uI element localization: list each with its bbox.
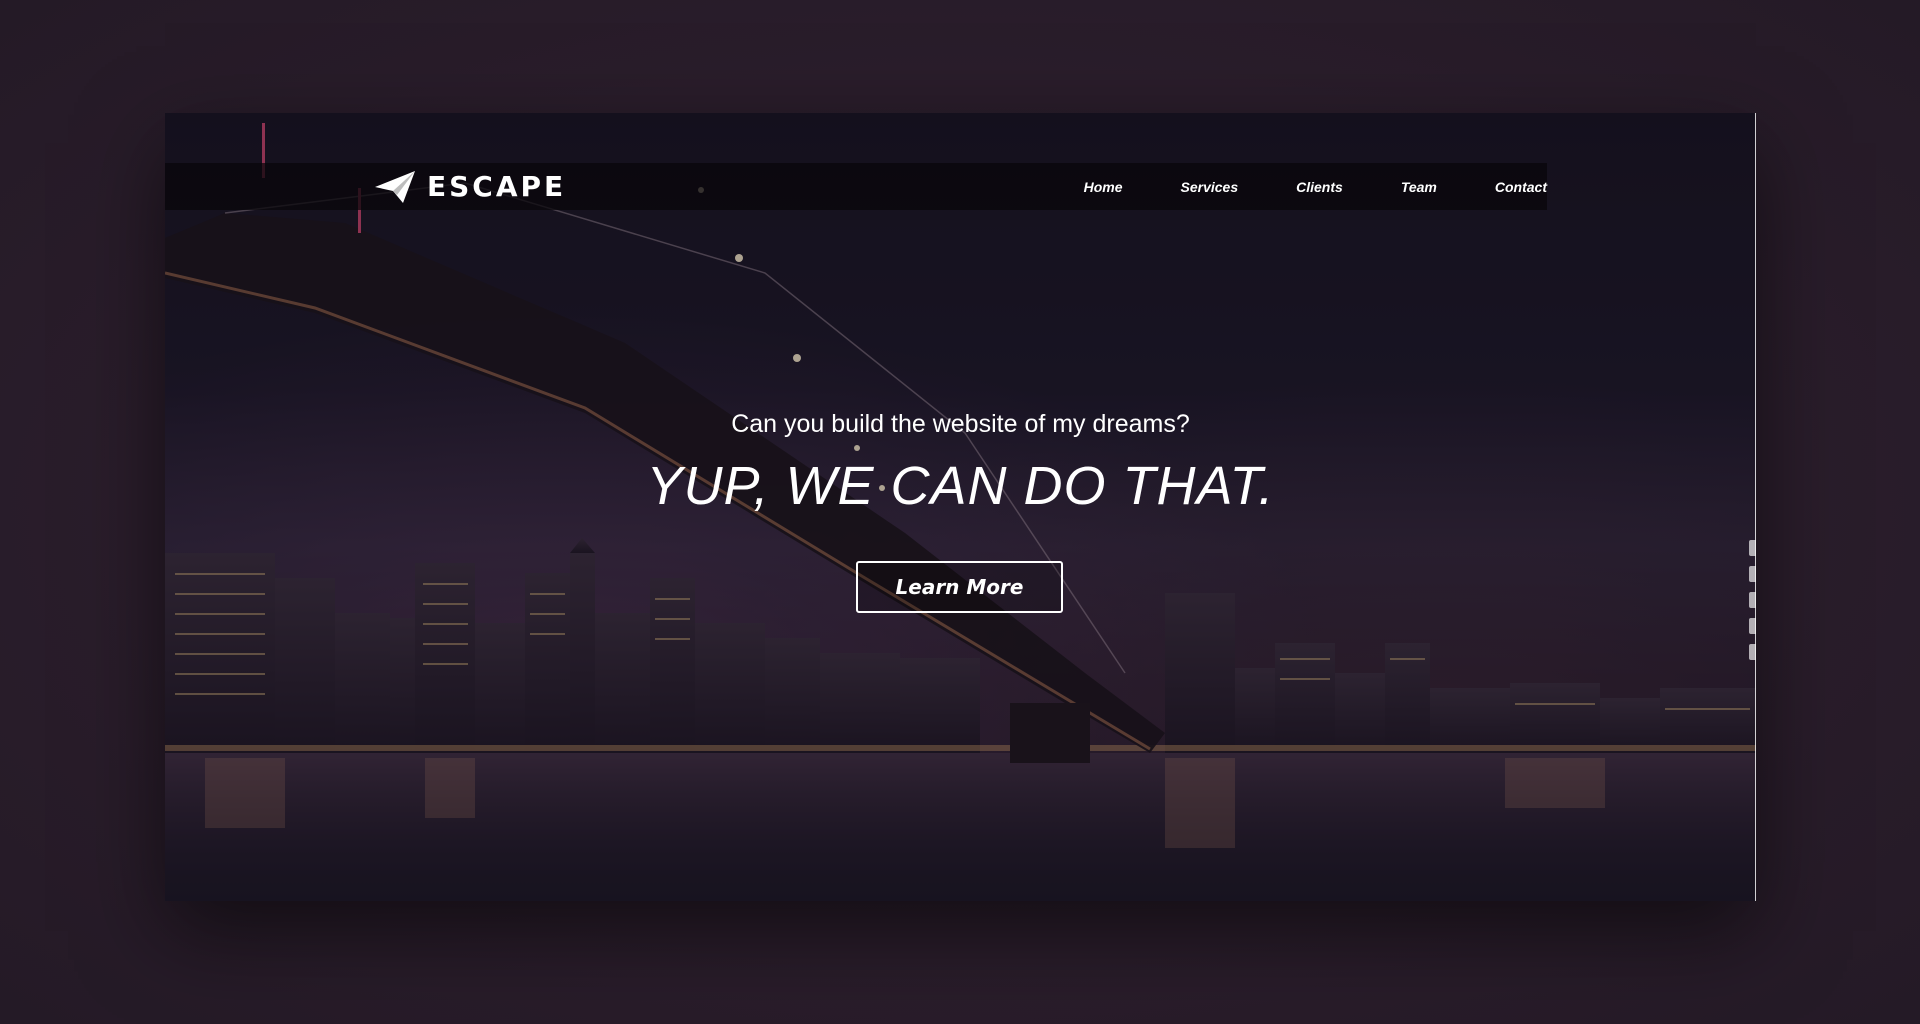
pin-icon[interactable]: [1749, 540, 1756, 556]
side-toolbar: [1749, 540, 1756, 660]
frame-edge-divider: [1755, 113, 1756, 901]
hero-title: YUP, WE CAN DO THAT.: [646, 456, 1275, 516]
main-nav: Home Services Clients Team Contact: [1026, 163, 1547, 210]
nav-item-contact[interactable]: Contact: [1495, 179, 1547, 195]
nav-item-home[interactable]: Home: [1084, 179, 1123, 195]
learn-more-button[interactable]: Learn More: [856, 561, 1063, 613]
website-preview-frame: ESCAPE Home Services Clients Team Contac…: [165, 113, 1756, 901]
duplicate-icon[interactable]: [1749, 618, 1756, 634]
settings-icon[interactable]: [1749, 644, 1756, 660]
paper-plane-icon: [375, 170, 415, 203]
page-icon[interactable]: [1749, 566, 1756, 582]
nav-item-services[interactable]: Services: [1181, 179, 1239, 195]
brand-name: ESCAPE: [427, 170, 567, 203]
copy-icon[interactable]: [1749, 592, 1756, 608]
brand-logo[interactable]: ESCAPE: [373, 163, 566, 210]
hero-subtitle: Can you build the website of my dreams?: [731, 410, 1190, 438]
nav-item-team[interactable]: Team: [1401, 179, 1437, 195]
nav-item-clients[interactable]: Clients: [1296, 179, 1343, 195]
